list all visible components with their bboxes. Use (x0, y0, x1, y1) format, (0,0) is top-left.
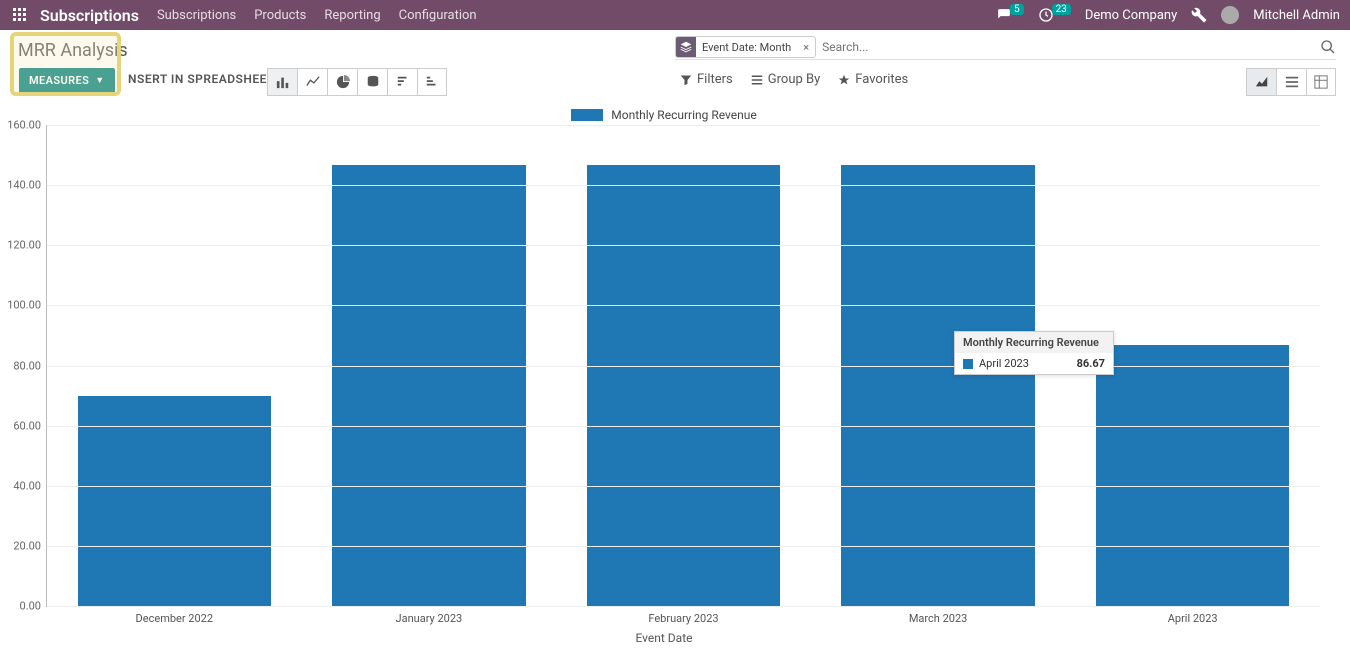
line-chart-icon[interactable] (297, 68, 327, 96)
activity-badge: 23 (1052, 4, 1071, 15)
layers-icon (676, 37, 696, 57)
x-tick: February 2023 (556, 606, 811, 625)
chart-container: Monthly Recurring Revenue December 2022J… (8, 105, 1320, 647)
y-tick: 120.00 (7, 239, 47, 252)
search-tag-label: Event Date: Month (696, 41, 797, 54)
tooltip-title: Monthly Recurring Revenue (955, 332, 1113, 353)
search-icon[interactable] (1320, 39, 1336, 55)
y-tick: 100.00 (7, 299, 47, 312)
menu-reporting[interactable]: Reporting (324, 8, 380, 23)
activity-icon[interactable]: 23 (1038, 7, 1071, 23)
search-tag-close[interactable]: × (797, 41, 815, 54)
menu-products[interactable]: Products (254, 8, 306, 23)
chat-badge: 5 (1010, 4, 1024, 15)
menu-subscriptions[interactable]: Subscriptions (157, 8, 236, 23)
sort-desc-icon[interactable] (387, 68, 417, 96)
y-tick: 160.00 (7, 119, 47, 132)
grid-line (47, 366, 1320, 367)
apps-icon[interactable] (10, 5, 30, 25)
measures-button[interactable]: MEASURES ▼ (19, 68, 115, 93)
bar[interactable] (78, 396, 271, 606)
bar[interactable] (332, 165, 525, 606)
chart-legend: Monthly Recurring Revenue (8, 105, 1320, 125)
bar[interactable] (841, 165, 1034, 606)
user-name[interactable]: Mitchell Admin (1253, 8, 1340, 23)
y-tick: 0.00 (20, 600, 47, 613)
grid-line (47, 546, 1320, 547)
search-tag: Event Date: Month × (675, 36, 816, 58)
x-tick: April 2023 (1065, 606, 1320, 625)
tooltip-label: April 2023 (979, 357, 1029, 370)
y-tick: 140.00 (7, 179, 47, 192)
page-title: MRR Analysis (18, 40, 128, 61)
y-tick: 40.00 (13, 479, 47, 492)
view-switcher (1246, 68, 1336, 96)
x-tick: December 2022 (47, 606, 302, 625)
pie-chart-icon[interactable] (327, 68, 357, 96)
chat-icon[interactable]: 5 (996, 8, 1024, 22)
x-axis-label: Event Date (8, 631, 1320, 645)
grid-line (47, 245, 1320, 246)
insert-spreadsheet-button[interactable]: NSERT IN SPREADSHEET (128, 72, 275, 86)
bar[interactable] (587, 165, 780, 606)
y-tick: 20.00 (13, 539, 47, 552)
top-navbar: Subscriptions Subscriptions Products Rep… (0, 0, 1350, 30)
grid-line (47, 185, 1320, 186)
app-brand[interactable]: Subscriptions (40, 6, 139, 25)
menu-configuration[interactable]: Configuration (399, 8, 477, 23)
y-tick: 60.00 (13, 419, 47, 432)
company-name[interactable]: Demo Company (1085, 8, 1177, 23)
legend-swatch (571, 109, 603, 121)
topnav-right: 5 23 Demo Company Mitchell Admin (996, 6, 1340, 24)
tooltip-value: 86.67 (1077, 357, 1105, 370)
legend-label: Monthly Recurring Revenue (611, 108, 757, 122)
chart-tooltip: Monthly Recurring Revenue April 2023 86.… (954, 331, 1114, 375)
measures-label: MEASURES (29, 74, 89, 87)
filter-row: Filters Group By Favorites (680, 72, 908, 87)
graph-view-icon[interactable] (1246, 68, 1276, 96)
groupby-button[interactable]: Group By (751, 72, 821, 87)
stacked-icon[interactable] (357, 68, 387, 96)
grid-line (47, 426, 1320, 427)
chart-plot: December 2022January 2023February 2023Ma… (46, 125, 1320, 607)
debug-icon[interactable] (1191, 7, 1207, 23)
pivot-view-icon[interactable] (1306, 68, 1336, 96)
x-tick: March 2023 (811, 606, 1066, 625)
x-tick: January 2023 (302, 606, 557, 625)
bar-chart-icon[interactable] (267, 68, 297, 96)
list-view-icon[interactable] (1276, 68, 1306, 96)
sort-asc-icon[interactable] (417, 68, 447, 96)
y-tick: 80.00 (13, 359, 47, 372)
caret-down-icon: ▼ (95, 75, 104, 86)
chart-type-buttons (267, 68, 447, 96)
tooltip-swatch (963, 359, 973, 369)
filters-button[interactable]: Filters (680, 72, 733, 87)
search-row: Event Date: Month × (675, 38, 1336, 60)
content-area: MRR Analysis MEASURES ▼ NSERT IN SPREADS… (0, 30, 1350, 652)
main-menu: Subscriptions Products Reporting Configu… (157, 8, 477, 23)
grid-line (47, 606, 1320, 607)
favorites-button[interactable]: Favorites (838, 72, 908, 87)
user-avatar[interactable] (1221, 6, 1239, 24)
grid-line (47, 125, 1320, 126)
grid-line (47, 305, 1320, 306)
search-input[interactable] (816, 38, 1320, 56)
grid-line (47, 486, 1320, 487)
bar[interactable] (1096, 345, 1289, 606)
